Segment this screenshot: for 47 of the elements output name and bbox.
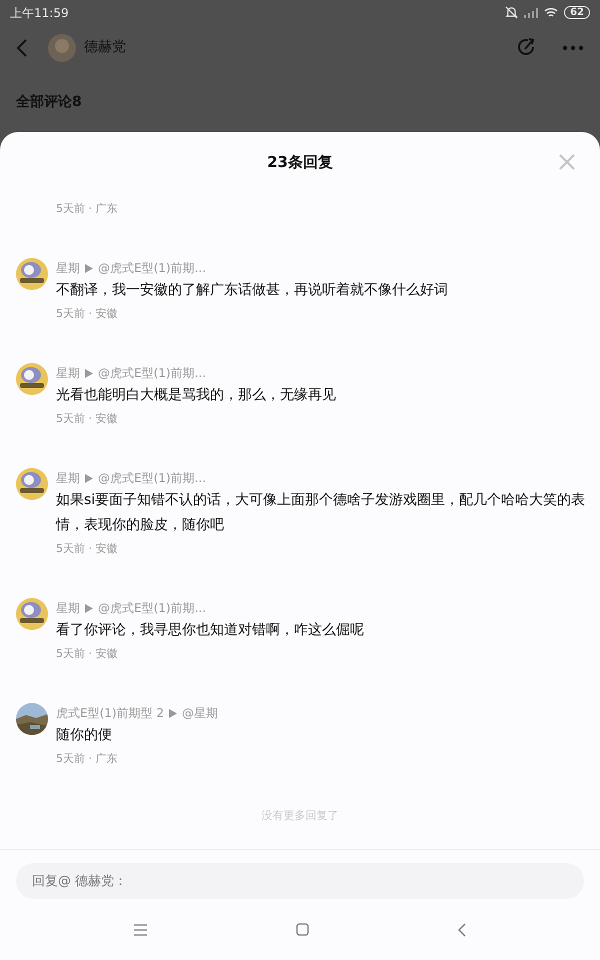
reply-author[interactable]: 星期 [56, 599, 80, 617]
reply-target[interactable]: @虎式E型(1)前期... [98, 469, 206, 487]
reply-meta: 5天前 · 安徽 [56, 306, 118, 322]
reply-meta: 5天前 · 广东 [56, 751, 118, 767]
back-icon[interactable] [16, 38, 28, 56]
avatar-icon [16, 363, 48, 395]
reply-text: 看了你评论，我寻思你也知道对错啊，咋这么倔呢 [56, 621, 364, 640]
status-time: 上午11:59 [10, 4, 69, 22]
reply-target[interactable]: @星期 [182, 704, 218, 722]
share-icon[interactable] [516, 38, 536, 58]
reply-arrow-icon [85, 604, 93, 612]
battery-level: 62 [564, 6, 590, 19]
signal-icon [524, 8, 538, 18]
avatar-icon [48, 34, 76, 62]
sheet-title: 23条回复 [267, 152, 333, 173]
reply-field[interactable]: 回复@ 德赫党： [16, 863, 584, 899]
back-icon[interactable] [458, 922, 466, 936]
reply-arrow-icon [169, 708, 178, 718]
comments-heading: 全部评论8 [16, 94, 82, 110]
reply-author[interactable]: 星期 [56, 259, 80, 277]
avatar-icon [16, 598, 48, 630]
reply-text: 不翻译，我一安徽的了解广东话做甚，再说听着就不像什么好词 [56, 281, 448, 300]
reply-author[interactable]: 虎式E型(1)前期型 2 [56, 704, 164, 722]
reply-target[interactable]: @虎式E型(1)前期... [98, 259, 206, 277]
close-icon[interactable] [559, 154, 575, 170]
reply-target[interactable]: @虎式E型(1)前期... [98, 599, 206, 617]
reply-meta: 5天前 · 安徽 [56, 646, 118, 662]
reply-author[interactable]: 星期 [56, 364, 80, 382]
wifi-icon [544, 7, 558, 18]
avatar-icon [16, 258, 48, 290]
reply-target[interactable]: @虎式E型(1)前期... [98, 364, 206, 382]
reply-arrow-icon [85, 368, 93, 378]
reply-arrow-icon [85, 474, 93, 482]
reply-text: 如果si要面子知错不认的话，大可像上面那个德啥子发游戏圈里，配几个哈哈大笑的表情，表现你的脸皮，随你吧 [56, 491, 586, 535]
reply-text: 随你的便 [56, 726, 113, 745]
avatar-icon [16, 468, 48, 500]
username: 德赫党 [84, 38, 126, 57]
reply-meta: 5天前 · 广东 [56, 200, 118, 217]
reply-arrow-icon [85, 264, 93, 272]
home-icon[interactable] [296, 923, 309, 936]
mute-bell-icon [505, 6, 518, 19]
menu-icon[interactable] [134, 924, 148, 936]
reply-meta: 5天前 · 安徽 [56, 541, 118, 557]
reply-meta: 5天前 · 安徽 [56, 411, 118, 427]
reply-author[interactable]: 星期 [56, 469, 80, 487]
reply-text: 光看也能明白大概是骂我的，那么，无缘再见 [56, 386, 336, 405]
more-icon[interactable] [562, 44, 584, 50]
